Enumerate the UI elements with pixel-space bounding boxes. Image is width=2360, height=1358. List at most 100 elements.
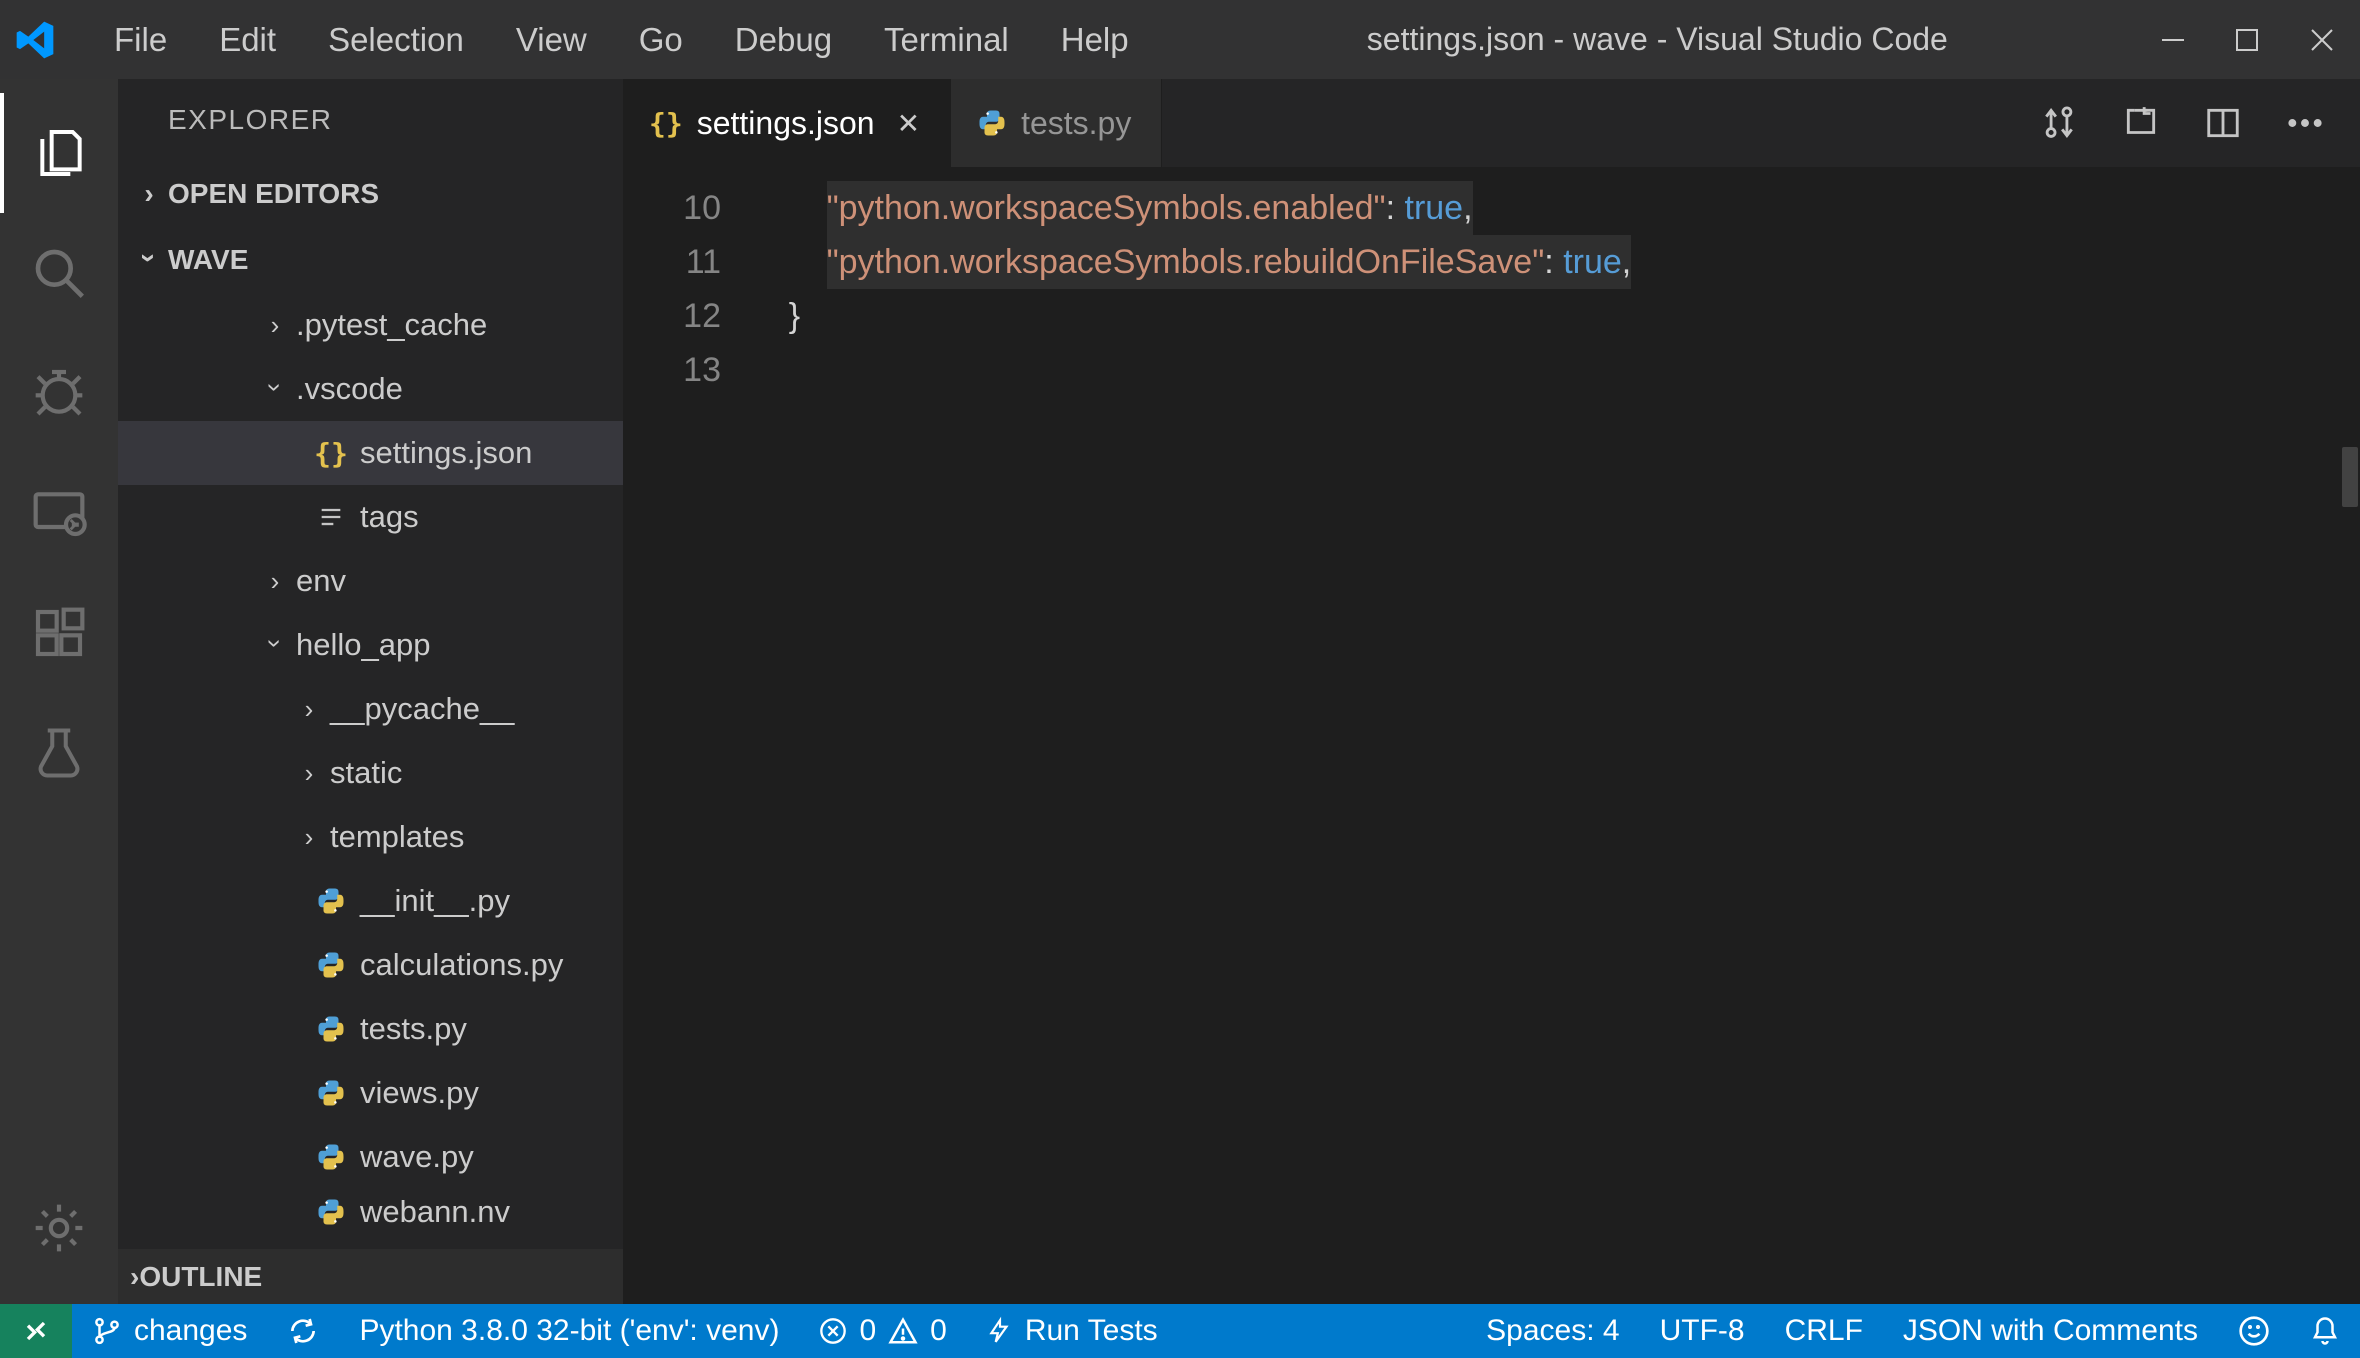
file-label: calculations.py — [360, 947, 563, 983]
gutter: 10111213 — [623, 181, 751, 1304]
menu-go[interactable]: Go — [613, 21, 709, 59]
tab-bar: {} settings.json ✕ tests.py — [623, 79, 2360, 167]
workspace-section[interactable]: › WAVE — [118, 227, 623, 293]
search-icon[interactable] — [0, 213, 118, 333]
folder-item[interactable]: ›env — [118, 549, 623, 613]
chevron-icon: › — [292, 694, 326, 725]
file-label: env — [296, 563, 346, 599]
indentation-indicator[interactable]: Spaces: 4 — [1466, 1304, 1639, 1358]
outline-section[interactable]: › OUTLINE — [118, 1249, 623, 1304]
section-label: OPEN EDITORS — [168, 178, 379, 210]
file-label: __init__.py — [360, 883, 510, 919]
file-label: templates — [330, 819, 464, 855]
minimize-icon[interactable] — [2160, 27, 2186, 53]
code-line[interactable]: "python.workspaceSymbols.enabled": true, — [751, 181, 2360, 235]
debug-icon[interactable] — [0, 333, 118, 453]
file-label: views.py — [360, 1075, 479, 1111]
run-tests-button[interactable]: Run Tests — [967, 1304, 1178, 1358]
feedback-icon[interactable] — [2218, 1304, 2290, 1358]
diff-icon[interactable] — [2040, 104, 2078, 142]
menu-edit[interactable]: Edit — [193, 21, 302, 59]
sidebar: EXPLORER › OPEN EDITORS › WAVE ›.pytest_… — [118, 79, 623, 1304]
tab-label: settings.json — [697, 105, 875, 142]
menu-debug[interactable]: Debug — [709, 21, 858, 59]
folder-item[interactable]: ›templates — [118, 805, 623, 869]
file-item[interactable]: tags — [118, 485, 623, 549]
menu-view[interactable]: View — [490, 21, 613, 59]
chevron-icon: › — [258, 310, 292, 341]
window-title: settings.json - wave - Visual Studio Cod… — [1155, 21, 2160, 58]
language-mode[interactable]: JSON with Comments — [1883, 1304, 2218, 1358]
text-file-icon — [314, 503, 348, 531]
close-window-icon[interactable] — [2308, 26, 2336, 54]
branch-name: changes — [134, 1314, 247, 1348]
scrollbar-thumb[interactable] — [2342, 447, 2358, 507]
python-interpreter[interactable]: Python 3.8.0 32-bit ('env': venv) — [339, 1304, 799, 1358]
close-tab-icon[interactable]: ✕ — [897, 107, 920, 140]
code-line[interactable]: } — [751, 289, 2360, 343]
editor-tab[interactable]: {} settings.json ✕ — [623, 79, 951, 167]
folder-item[interactable]: ›static — [118, 741, 623, 805]
warning-count: 0 — [930, 1314, 947, 1348]
remote-indicator[interactable] — [0, 1304, 72, 1358]
chevron-icon: › — [258, 566, 292, 597]
menu-help[interactable]: Help — [1035, 21, 1155, 59]
notifications-icon[interactable] — [2290, 1304, 2360, 1358]
file-item[interactable]: wave.py — [118, 1125, 623, 1189]
code-line[interactable] — [751, 343, 2360, 397]
file-item[interactable]: views.py — [118, 1061, 623, 1125]
sync-button[interactable] — [267, 1304, 339, 1358]
folder-item[interactable]: ›hello_app — [118, 613, 623, 677]
file-item[interactable]: tests.py — [118, 997, 623, 1061]
branch-indicator[interactable]: changes — [72, 1304, 267, 1358]
chevron-icon: › — [292, 822, 326, 853]
menu-terminal[interactable]: Terminal — [858, 21, 1035, 59]
folder-item[interactable]: ›.pytest_cache — [118, 293, 623, 357]
python-label: Python 3.8.0 32-bit ('env': venv) — [359, 1314, 779, 1348]
menu-selection[interactable]: Selection — [302, 21, 490, 59]
editor-tab[interactable]: tests.py — [951, 79, 1162, 167]
menu-file[interactable]: File — [88, 21, 193, 59]
python-file-icon — [977, 108, 1007, 138]
activity-bar — [0, 79, 118, 1304]
tab-label: tests.py — [1021, 105, 1131, 142]
python-file-icon — [314, 1142, 348, 1172]
chevron-icon: › — [260, 370, 291, 404]
file-item[interactable]: webann.nv — [118, 1189, 623, 1235]
eol-indicator[interactable]: CRLF — [1765, 1304, 1883, 1358]
section-label: WAVE — [168, 244, 248, 276]
more-actions-icon[interactable] — [2286, 118, 2324, 128]
editor-group: {} settings.json ✕ tests.py 10111213 "pytho… — [623, 79, 2360, 1304]
explorer-icon[interactable] — [0, 93, 118, 213]
file-label: .vscode — [296, 371, 403, 407]
python-file-icon — [314, 1014, 348, 1044]
extensions-icon[interactable] — [0, 573, 118, 693]
json-file-icon: {} — [314, 437, 348, 470]
json-file-icon: {} — [649, 107, 683, 140]
open-editors-section[interactable]: › OPEN EDITORS — [118, 161, 623, 227]
open-changes-icon[interactable] — [2122, 104, 2160, 142]
folder-item[interactable]: ›.vscode — [118, 357, 623, 421]
maximize-icon[interactable] — [2234, 27, 2260, 53]
folder-item[interactable]: ›__pycache__ — [118, 677, 623, 741]
encoding-indicator[interactable]: UTF-8 — [1640, 1304, 1765, 1358]
file-label: wave.py — [360, 1139, 474, 1175]
file-item[interactable]: {} settings.json — [118, 421, 623, 485]
vscode-logo-icon — [12, 17, 58, 63]
code-line[interactable]: "python.workspaceSymbols.rebuildOnFileSa… — [751, 235, 2360, 289]
file-label: tags — [360, 499, 419, 535]
chevron-right-icon: › — [130, 1261, 139, 1293]
problems-indicator[interactable]: 0 0 — [799, 1304, 966, 1358]
python-file-icon — [314, 1197, 348, 1227]
file-item[interactable]: calculations.py — [118, 933, 623, 997]
file-item[interactable]: __init__.py — [118, 869, 623, 933]
code-editor[interactable]: 10111213 "python.workspaceSymbols.enable… — [623, 167, 2360, 1304]
file-label: static — [330, 755, 402, 791]
chevron-icon: › — [292, 758, 326, 789]
test-icon[interactable] — [0, 693, 118, 813]
split-editor-icon[interactable] — [2204, 104, 2242, 142]
file-label: settings.json — [360, 435, 532, 471]
settings-gear-icon[interactable] — [0, 1168, 118, 1288]
remote-explorer-icon[interactable] — [0, 453, 118, 573]
file-label: .pytest_cache — [296, 307, 487, 343]
